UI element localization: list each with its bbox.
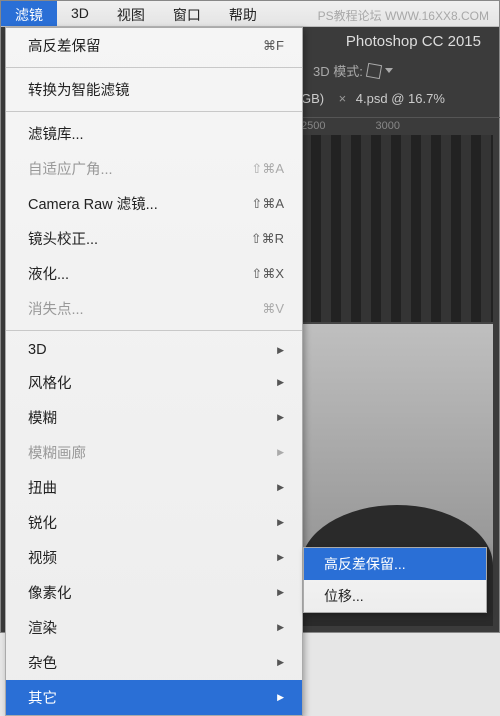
menu-label: 高反差保留 (28, 35, 101, 56)
menu-help[interactable]: 帮助 (215, 1, 271, 26)
menu-label: 模糊画廊 (28, 442, 86, 463)
menu-label: 扭曲 (28, 477, 57, 498)
menu-pixelate[interactable]: 像素化 (6, 575, 302, 610)
menu-distort[interactable]: 扭曲 (6, 470, 302, 505)
submenu-offset[interactable]: 位移... (304, 580, 486, 612)
menu-label: 视频 (28, 547, 57, 568)
menu-window[interactable]: 窗口 (159, 1, 215, 26)
shortcut: ⇧⌘A (251, 161, 284, 177)
tab-suffix: GB) (301, 91, 324, 106)
separator (6, 67, 302, 68)
menu-noise[interactable]: 杂色 (6, 645, 302, 680)
ruler-tick: 3000 (375, 120, 399, 132)
menu-3d[interactable]: 3D (57, 1, 103, 26)
tab-filename: 4.psd @ 16.7% (356, 91, 445, 106)
menu-label: 其它 (28, 687, 57, 708)
shortcut: ⇧⌘X (251, 266, 284, 282)
menu-adaptive-wide: 自适应广角... ⇧⌘A (6, 151, 302, 186)
menu-label: Camera Raw 滤镜... (28, 193, 158, 214)
menu-view[interactable]: 视图 (103, 1, 159, 26)
menu-label: 消失点... (28, 298, 84, 319)
menu-sharpen[interactable]: 锐化 (6, 505, 302, 540)
menu-render[interactable]: 渲染 (6, 610, 302, 645)
menu-liquify[interactable]: 液化... ⇧⌘X (6, 256, 302, 291)
menu-smart-filter[interactable]: 转换为智能滤镜 (6, 72, 302, 107)
app-title: Photoshop CC 2015 (346, 33, 481, 50)
shortcut: ⌘F (263, 38, 284, 54)
other-submenu: 高反差保留... 位移... (303, 547, 487, 613)
menu-camera-raw[interactable]: Camera Raw 滤镜... ⇧⌘A (6, 186, 302, 221)
menu-vanishing-point: 消失点... ⌘V (6, 291, 302, 326)
menu-label: 自适应广角... (28, 158, 113, 179)
menu-other[interactable]: 其它 (6, 680, 302, 715)
menu-label: 滤镜库... (28, 123, 84, 144)
document-tab[interactable]: GB) × 4.psd @ 16.7% (301, 91, 445, 106)
menu-label: 风格化 (28, 372, 72, 393)
mode-label: 3D 模式: (313, 61, 363, 80)
submenu-high-pass[interactable]: 高反差保留... (304, 548, 486, 580)
separator (6, 111, 302, 112)
menu-filter-gallery[interactable]: 滤镜库... (6, 116, 302, 151)
menu-label: 锐化 (28, 512, 57, 533)
options-bar: 3D 模式: (313, 61, 393, 80)
menu-last-filter[interactable]: 高反差保留 ⌘F (6, 28, 302, 63)
menu-label: 像素化 (28, 582, 72, 603)
menu-label: 转换为智能滤镜 (28, 79, 130, 100)
menu-label: 位移... (324, 586, 364, 606)
menu-blur[interactable]: 模糊 (6, 400, 302, 435)
cube-icon[interactable] (366, 62, 382, 78)
chevron-down-icon[interactable] (385, 68, 393, 73)
menu-filter[interactable]: 滤镜 (1, 1, 57, 26)
menu-label: 镜头校正... (28, 228, 98, 249)
ruler: 2500 3000 (301, 117, 500, 132)
close-icon[interactable]: × (339, 91, 347, 106)
menu-label: 杂色 (28, 652, 57, 673)
menu-label: 高反差保留... (324, 554, 406, 574)
separator (6, 330, 302, 331)
shortcut: ⌘V (262, 301, 284, 317)
menu-stylize[interactable]: 风格化 (6, 365, 302, 400)
shortcut: ⇧⌘A (251, 196, 284, 212)
menu-label: 模糊 (28, 407, 57, 428)
menu-label: 3D (28, 342, 47, 358)
watermark: PS教程论坛 WWW.16XX8.COM (318, 7, 489, 24)
filter-menu: 高反差保留 ⌘F 转换为智能滤镜 滤镜库... 自适应广角... ⇧⌘A Cam… (5, 27, 303, 716)
menu-3d-sub[interactable]: 3D (6, 335, 302, 365)
shortcut: ⇧⌘R (251, 231, 284, 247)
menu-label: 液化... (28, 263, 69, 284)
menu-blur-gallery: 模糊画廊 (6, 435, 302, 470)
menu-lens-correction[interactable]: 镜头校正... ⇧⌘R (6, 221, 302, 256)
menu-video[interactable]: 视频 (6, 540, 302, 575)
menu-label: 渲染 (28, 617, 57, 638)
ruler-tick: 2500 (301, 120, 325, 132)
